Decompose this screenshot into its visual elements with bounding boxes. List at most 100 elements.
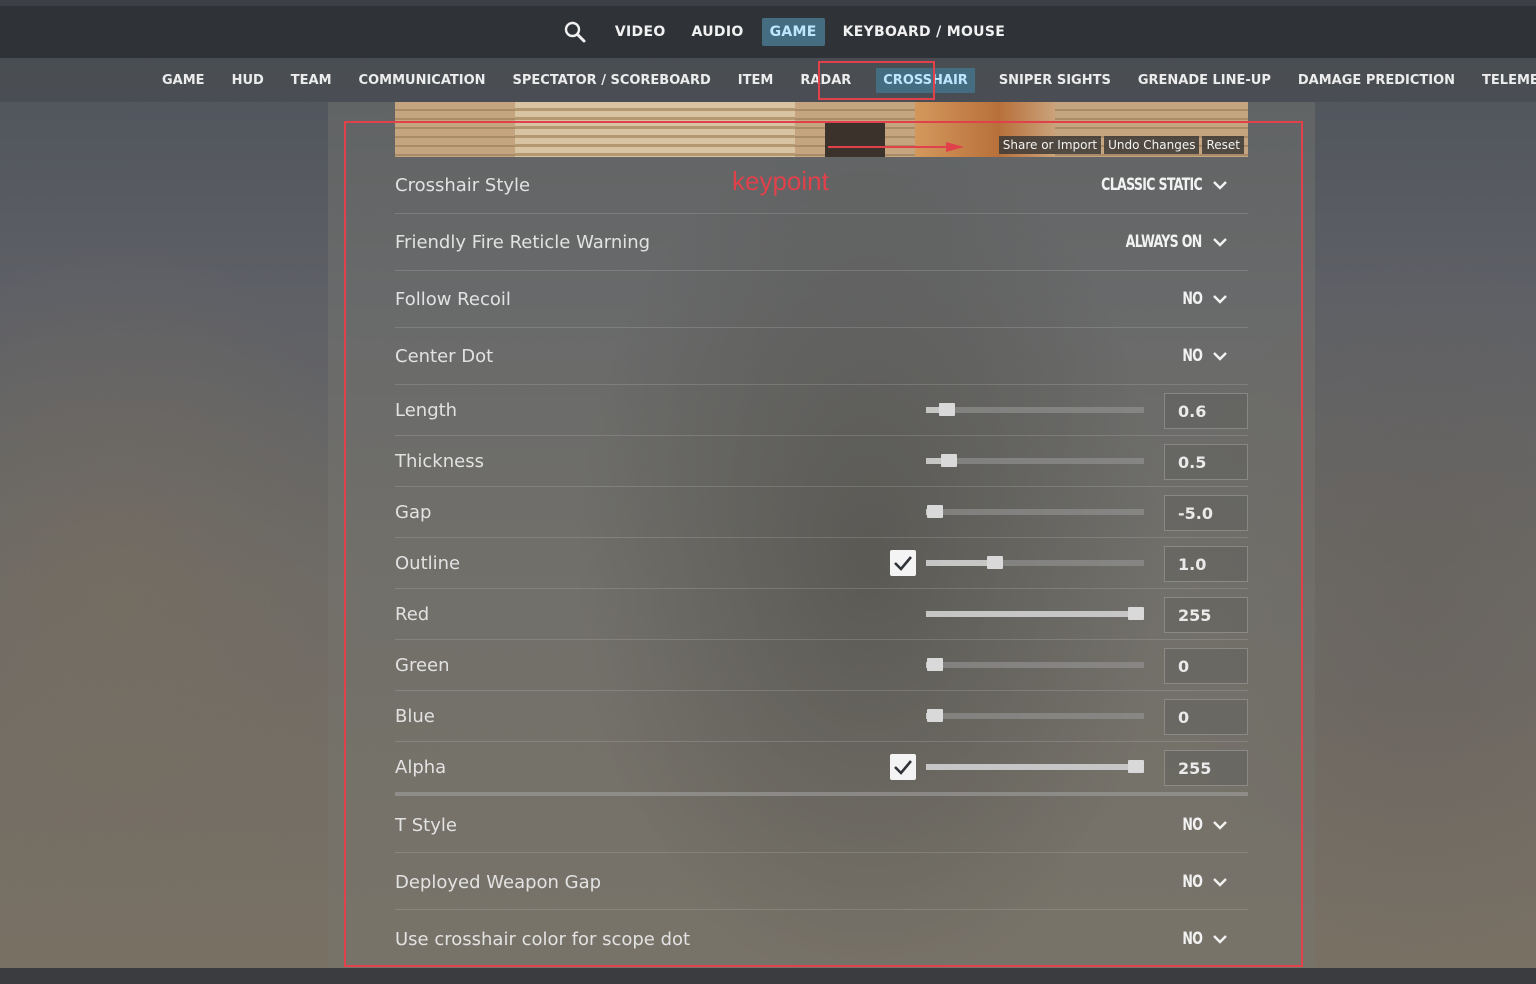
chevron-down-icon — [1213, 295, 1227, 304]
subtab-communication[interactable]: COMMUNICATION — [351, 68, 494, 93]
chevron-down-icon — [1213, 181, 1227, 190]
slider-thumb[interactable] — [1128, 607, 1144, 620]
subtab-hud[interactable]: HUD — [224, 68, 272, 93]
setting-label: Deployed Weapon Gap — [395, 872, 602, 893]
slider-thumb[interactable] — [927, 505, 943, 518]
subtab-damage-prediction[interactable]: DAMAGE PREDICTION — [1290, 68, 1463, 93]
slider-thumb[interactable] — [987, 556, 1004, 569]
setting-label: Red — [395, 604, 430, 625]
setting-label: Green — [395, 655, 450, 676]
setting-thickness: Thickness 0.5 — [395, 436, 1248, 487]
slider-thumb[interactable] — [941, 454, 958, 467]
chevron-down-icon — [1213, 821, 1227, 830]
top-nav: VIDEO AUDIO GAME KEYBOARD / MOUSE — [0, 17, 1536, 47]
setting-gap: Gap -5.0 — [395, 487, 1248, 538]
setting-label: Length — [395, 400, 458, 421]
alpha-checkbox[interactable] — [890, 754, 916, 780]
setting-green: Green 0 — [395, 640, 1248, 691]
bottom-strip — [0, 968, 1536, 984]
setting-label: T Style — [395, 815, 457, 836]
setting-label: Crosshair Style — [395, 175, 531, 196]
length-input[interactable]: 0.6 — [1164, 393, 1248, 429]
setting-label: Gap — [395, 502, 432, 523]
subtab-game[interactable]: GAME — [154, 68, 213, 93]
subtab-item[interactable]: ITEM — [730, 68, 782, 93]
blue-input[interactable]: 0 — [1164, 699, 1248, 735]
slider-fill — [926, 560, 996, 566]
setting-t-style: T Style NO — [395, 796, 1248, 853]
checkmark-icon — [894, 556, 912, 571]
setting-scope-dot-color: Use crosshair color for scope dot NO — [395, 910, 1248, 967]
gap-input[interactable]: -5.0 — [1164, 495, 1248, 531]
tab-video[interactable]: VIDEO — [607, 18, 674, 46]
search-icon[interactable] — [558, 17, 592, 47]
friendly-fire-dropdown[interactable]: ALWAYS ON — [1109, 232, 1228, 252]
green-input[interactable]: 0 — [1164, 648, 1248, 684]
tab-game[interactable]: GAME — [761, 18, 825, 46]
crosshair-tab-highlight — [818, 61, 935, 100]
setting-crosshair-style: Crosshair Style CLASSIC STATIC — [395, 157, 1248, 214]
alpha-slider[interactable] — [926, 760, 1144, 773]
setting-friendly-fire: Friendly Fire Reticle Warning ALWAYS ON — [395, 214, 1248, 271]
slider-thumb[interactable] — [927, 658, 943, 671]
subtab-telemetry[interactable]: TELEMETRY — [1474, 68, 1536, 93]
slider-fill — [926, 764, 1136, 770]
length-slider[interactable] — [926, 403, 1144, 416]
alpha-input[interactable]: 255 — [1164, 750, 1248, 786]
setting-length: Length 0.6 — [395, 385, 1248, 436]
t-style-dropdown[interactable]: NO — [1178, 815, 1228, 835]
subtab-sniper-sights[interactable]: SNIPER SIGHTS — [991, 68, 1119, 93]
dropdown-value: NO — [1182, 929, 1203, 949]
setting-label: Friendly Fire Reticle Warning — [395, 232, 651, 253]
setting-blue: Blue 0 — [395, 691, 1248, 742]
chevron-down-icon — [1213, 352, 1227, 361]
outline-slider[interactable] — [926, 556, 1144, 569]
dropdown-value: NO — [1182, 289, 1203, 309]
subtab-spectator-scoreboard[interactable]: SPECTATOR / SCOREBOARD — [505, 68, 719, 93]
setting-alpha: Alpha 255 — [395, 742, 1248, 792]
setting-label: Follow Recoil — [395, 289, 511, 310]
slider-thumb[interactable] — [1128, 760, 1144, 773]
dropdown-value: NO — [1182, 346, 1203, 366]
tab-audio[interactable]: AUDIO — [684, 18, 752, 46]
dropdown-value: NO — [1182, 872, 1203, 892]
setting-red: Red 255 — [395, 589, 1248, 640]
subtab-team[interactable]: TEAM — [283, 68, 340, 93]
center-dot-dropdown[interactable]: NO — [1178, 346, 1228, 366]
tab-keyboard-mouse[interactable]: KEYBOARD / MOUSE — [835, 18, 1014, 46]
thickness-input[interactable]: 0.5 — [1164, 444, 1248, 480]
blue-slider[interactable] — [926, 709, 1144, 722]
red-input[interactable]: 255 — [1164, 597, 1248, 633]
slider-thumb[interactable] — [939, 403, 956, 416]
chevron-down-icon — [1213, 238, 1227, 247]
setting-label: Thickness — [395, 451, 484, 472]
deployed-weapon-gap-dropdown[interactable]: NO — [1178, 872, 1228, 892]
setting-label: Outline — [395, 553, 461, 574]
setting-label: Use crosshair color for scope dot — [395, 929, 691, 950]
scope-dot-color-dropdown[interactable]: NO — [1178, 929, 1228, 949]
gap-slider[interactable] — [926, 505, 1144, 518]
checkmark-icon — [894, 760, 912, 775]
dropdown-value: ALWAYS ON — [1126, 232, 1203, 252]
chevron-down-icon — [1213, 935, 1227, 944]
setting-deployed-weapon-gap: Deployed Weapon Gap NO — [395, 853, 1248, 910]
setting-outline: Outline 1.0 — [395, 538, 1248, 589]
follow-recoil-dropdown[interactable]: NO — [1178, 289, 1228, 309]
setting-follow-recoil: Follow Recoil NO — [395, 271, 1248, 328]
setting-center-dot: Center Dot NO — [395, 328, 1248, 385]
dropdown-value: NO — [1182, 815, 1203, 835]
setting-label: Blue — [395, 706, 435, 727]
slider-fill — [926, 611, 1136, 617]
dropdown-value: CLASSIC STATIC — [1101, 175, 1203, 195]
chevron-down-icon — [1213, 878, 1227, 887]
outline-checkbox[interactable] — [890, 550, 916, 576]
outline-input[interactable]: 1.0 — [1164, 546, 1248, 582]
crosshair-style-dropdown[interactable]: CLASSIC STATIC — [1079, 175, 1228, 195]
thickness-slider[interactable] — [926, 454, 1144, 467]
setting-label: Center Dot — [395, 346, 494, 367]
setting-label: Alpha — [395, 757, 447, 778]
slider-thumb[interactable] — [927, 709, 943, 722]
green-slider[interactable] — [926, 658, 1144, 671]
subtab-grenade-line-up[interactable]: GRENADE LINE-UP — [1130, 68, 1279, 93]
red-slider[interactable] — [926, 607, 1144, 620]
